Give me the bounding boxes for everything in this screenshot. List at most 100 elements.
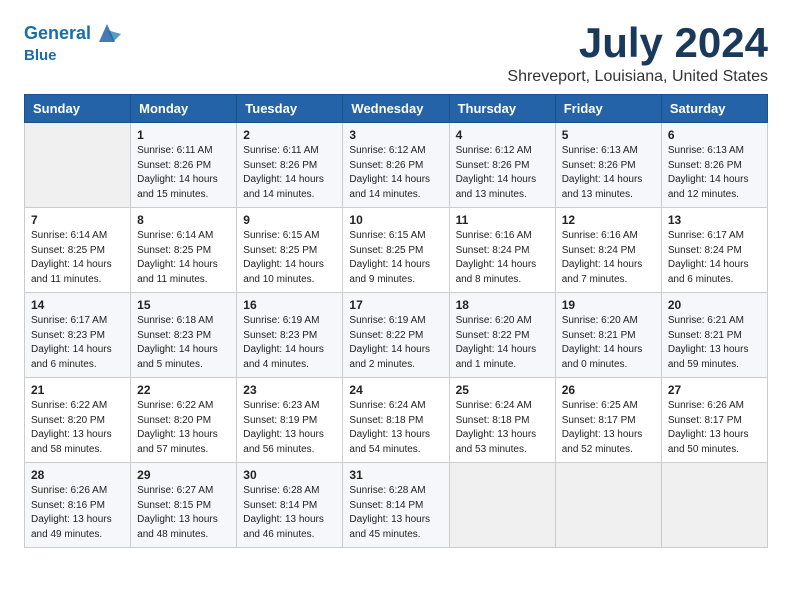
calendar-cell: 18 Sunrise: 6:20 AM Sunset: 8:22 PM Dayli…: [449, 293, 555, 378]
calendar-table: SundayMondayTuesdayWednesdayThursdayFrid…: [24, 94, 768, 548]
calendar-cell: 1 Sunrise: 6:11 AM Sunset: 8:26 PM Daylig…: [131, 123, 237, 208]
calendar-cell: 19 Sunrise: 6:20 AM Sunset: 8:21 PM Dayli…: [555, 293, 661, 378]
day-info: Sunrise: 6:24 AM Sunset: 8:18 PM Dayligh…: [349, 399, 442, 457]
calendar-cell: 3 Sunrise: 6:12 AM Sunset: 8:26 PM Daylig…: [343, 123, 449, 208]
calendar-cell: 14 Sunrise: 6:17 AM Sunset: 8:23 PM Dayli…: [25, 293, 131, 378]
calendar-cell: 30 Sunrise: 6:28 AM Sunset: 8:14 PM Dayli…: [237, 463, 343, 548]
header-day-tuesday: Tuesday: [237, 95, 343, 123]
day-number: 18: [456, 298, 549, 312]
day-number: 30: [243, 468, 336, 482]
calendar-cell: 21 Sunrise: 6:22 AM Sunset: 8:20 PM Dayli…: [25, 378, 131, 463]
day-number: 10: [349, 213, 442, 227]
day-info: Sunrise: 6:13 AM Sunset: 8:26 PM Dayligh…: [668, 144, 761, 202]
calendar-cell: 29 Sunrise: 6:27 AM Sunset: 8:15 PM Dayli…: [131, 463, 237, 548]
day-number: 6: [668, 128, 761, 142]
day-number: 8: [137, 213, 230, 227]
day-info: Sunrise: 6:17 AM Sunset: 8:23 PM Dayligh…: [31, 314, 124, 372]
day-info: Sunrise: 6:26 AM Sunset: 8:16 PM Dayligh…: [31, 484, 124, 542]
calendar-cell: 23Sunrise: 6:23 AM Sunset: 8:19 PM Dayli…: [237, 378, 343, 463]
header-day-thursday: Thursday: [449, 95, 555, 123]
month-title: July 2024: [507, 20, 768, 66]
header-day-sunday: Sunday: [25, 95, 131, 123]
calendar-cell: 6 Sunrise: 6:13 AM Sunset: 8:26 PM Daylig…: [661, 123, 767, 208]
day-info: Sunrise: 6:11 AM Sunset: 8:26 PM Dayligh…: [243, 144, 336, 202]
day-number: 20: [668, 298, 761, 312]
day-info: Sunrise: 6:16 AM Sunset: 8:24 PM Dayligh…: [456, 229, 549, 287]
calendar-cell: [661, 463, 767, 548]
day-info: Sunrise: 6:12 AM Sunset: 8:26 PM Dayligh…: [456, 144, 549, 202]
day-number: 26: [562, 383, 655, 397]
day-number: 13: [668, 213, 761, 227]
calendar-week-1: 1 Sunrise: 6:11 AM Sunset: 8:26 PM Daylig…: [25, 123, 768, 208]
day-info: Sunrise: 6:21 AM Sunset: 8:21 PM Dayligh…: [668, 314, 761, 372]
day-number: 15: [137, 298, 230, 312]
day-info: Sunrise: 6:19 AM Sunset: 8:22 PM Dayligh…: [349, 314, 442, 372]
calendar-week-3: 14 Sunrise: 6:17 AM Sunset: 8:23 PM Dayli…: [25, 293, 768, 378]
day-number: 9: [243, 213, 336, 227]
day-number: 31: [349, 468, 442, 482]
calendar-cell: 5Sunrise: 6:13 AM Sunset: 8:26 PM Daylig…: [555, 123, 661, 208]
day-info: Sunrise: 6:28 AM Sunset: 8:14 PM Dayligh…: [349, 484, 442, 542]
day-number: 3: [349, 128, 442, 142]
day-number: 23: [243, 383, 336, 397]
header-day-monday: Monday: [131, 95, 237, 123]
calendar-cell: 16Sunrise: 6:19 AM Sunset: 8:23 PM Dayli…: [237, 293, 343, 378]
page-header: General Blue July 2024 Shreveport, Louis…: [24, 20, 768, 86]
day-number: 21: [31, 383, 124, 397]
day-number: 28: [31, 468, 124, 482]
day-number: 1: [137, 128, 230, 142]
calendar-cell: 4Sunrise: 6:12 AM Sunset: 8:26 PM Daylig…: [449, 123, 555, 208]
calendar-cell: 24Sunrise: 6:24 AM Sunset: 8:18 PM Dayli…: [343, 378, 449, 463]
day-number: 17: [349, 298, 442, 312]
day-info: Sunrise: 6:12 AM Sunset: 8:26 PM Dayligh…: [349, 144, 442, 202]
calendar-cell: 17 Sunrise: 6:19 AM Sunset: 8:22 PM Dayli…: [343, 293, 449, 378]
location: Shreveport, Louisiana, United States: [507, 68, 768, 86]
day-info: Sunrise: 6:20 AM Sunset: 8:21 PM Dayligh…: [562, 314, 655, 372]
day-number: 19: [562, 298, 655, 312]
calendar-cell: 20 Sunrise: 6:21 AM Sunset: 8:21 PM Dayli…: [661, 293, 767, 378]
day-info: Sunrise: 6:22 AM Sunset: 8:20 PM Dayligh…: [31, 399, 124, 457]
logo: General Blue: [24, 20, 121, 65]
calendar-cell: 8Sunrise: 6:14 AM Sunset: 8:25 PM Daylig…: [131, 208, 237, 293]
header-day-wednesday: Wednesday: [343, 95, 449, 123]
day-number: 12: [562, 213, 655, 227]
calendar-header-row: SundayMondayTuesdayWednesdayThursdayFrid…: [25, 95, 768, 123]
calendar-cell: 7Sunrise: 6:14 AM Sunset: 8:25 PM Daylig…: [25, 208, 131, 293]
calendar-cell: 15Sunrise: 6:18 AM Sunset: 8:23 PM Dayli…: [131, 293, 237, 378]
day-info: Sunrise: 6:13 AM Sunset: 8:26 PM Dayligh…: [562, 144, 655, 202]
day-number: 2: [243, 128, 336, 142]
day-number: 22: [137, 383, 230, 397]
day-number: 14: [31, 298, 124, 312]
day-info: Sunrise: 6:16 AM Sunset: 8:24 PM Dayligh…: [562, 229, 655, 287]
day-number: 16: [243, 298, 336, 312]
calendar-cell: 11 Sunrise: 6:16 AM Sunset: 8:24 PM Dayli…: [449, 208, 555, 293]
logo-text: General: [24, 20, 121, 48]
calendar-cell: 12 Sunrise: 6:16 AM Sunset: 8:24 PM Dayli…: [555, 208, 661, 293]
day-info: Sunrise: 6:27 AM Sunset: 8:15 PM Dayligh…: [137, 484, 230, 542]
calendar-week-4: 21 Sunrise: 6:22 AM Sunset: 8:20 PM Dayli…: [25, 378, 768, 463]
day-number: 29: [137, 468, 230, 482]
day-info: Sunrise: 6:15 AM Sunset: 8:25 PM Dayligh…: [243, 229, 336, 287]
day-info: Sunrise: 6:28 AM Sunset: 8:14 PM Dayligh…: [243, 484, 336, 542]
day-info: Sunrise: 6:17 AM Sunset: 8:24 PM Dayligh…: [668, 229, 761, 287]
day-number: 27: [668, 383, 761, 397]
calendar-cell: 22 Sunrise: 6:22 AM Sunset: 8:20 PM Dayli…: [131, 378, 237, 463]
day-info: Sunrise: 6:26 AM Sunset: 8:17 PM Dayligh…: [668, 399, 761, 457]
calendar-cell: 10Sunrise: 6:15 AM Sunset: 8:25 PM Dayli…: [343, 208, 449, 293]
calendar-cell: 28 Sunrise: 6:26 AM Sunset: 8:16 PM Dayli…: [25, 463, 131, 548]
calendar-week-5: 28 Sunrise: 6:26 AM Sunset: 8:16 PM Dayli…: [25, 463, 768, 548]
calendar-week-2: 7Sunrise: 6:14 AM Sunset: 8:25 PM Daylig…: [25, 208, 768, 293]
calendar-cell: 13 Sunrise: 6:17 AM Sunset: 8:24 PM Dayli…: [661, 208, 767, 293]
header-day-friday: Friday: [555, 95, 661, 123]
calendar-body: 1 Sunrise: 6:11 AM Sunset: 8:26 PM Daylig…: [25, 123, 768, 548]
day-number: 11: [456, 213, 549, 227]
calendar-cell: 27 Sunrise: 6:26 AM Sunset: 8:17 PM Dayli…: [661, 378, 767, 463]
logo-blue: Blue: [24, 48, 121, 65]
day-info: Sunrise: 6:20 AM Sunset: 8:22 PM Dayligh…: [456, 314, 549, 372]
day-info: Sunrise: 6:25 AM Sunset: 8:17 PM Dayligh…: [562, 399, 655, 457]
calendar-cell: 25Sunrise: 6:24 AM Sunset: 8:18 PM Dayli…: [449, 378, 555, 463]
day-info: Sunrise: 6:11 AM Sunset: 8:26 PM Dayligh…: [137, 144, 230, 202]
calendar-cell: 2 Sunrise: 6:11 AM Sunset: 8:26 PM Daylig…: [237, 123, 343, 208]
calendar-cell: [25, 123, 131, 208]
day-info: Sunrise: 6:22 AM Sunset: 8:20 PM Dayligh…: [137, 399, 230, 457]
